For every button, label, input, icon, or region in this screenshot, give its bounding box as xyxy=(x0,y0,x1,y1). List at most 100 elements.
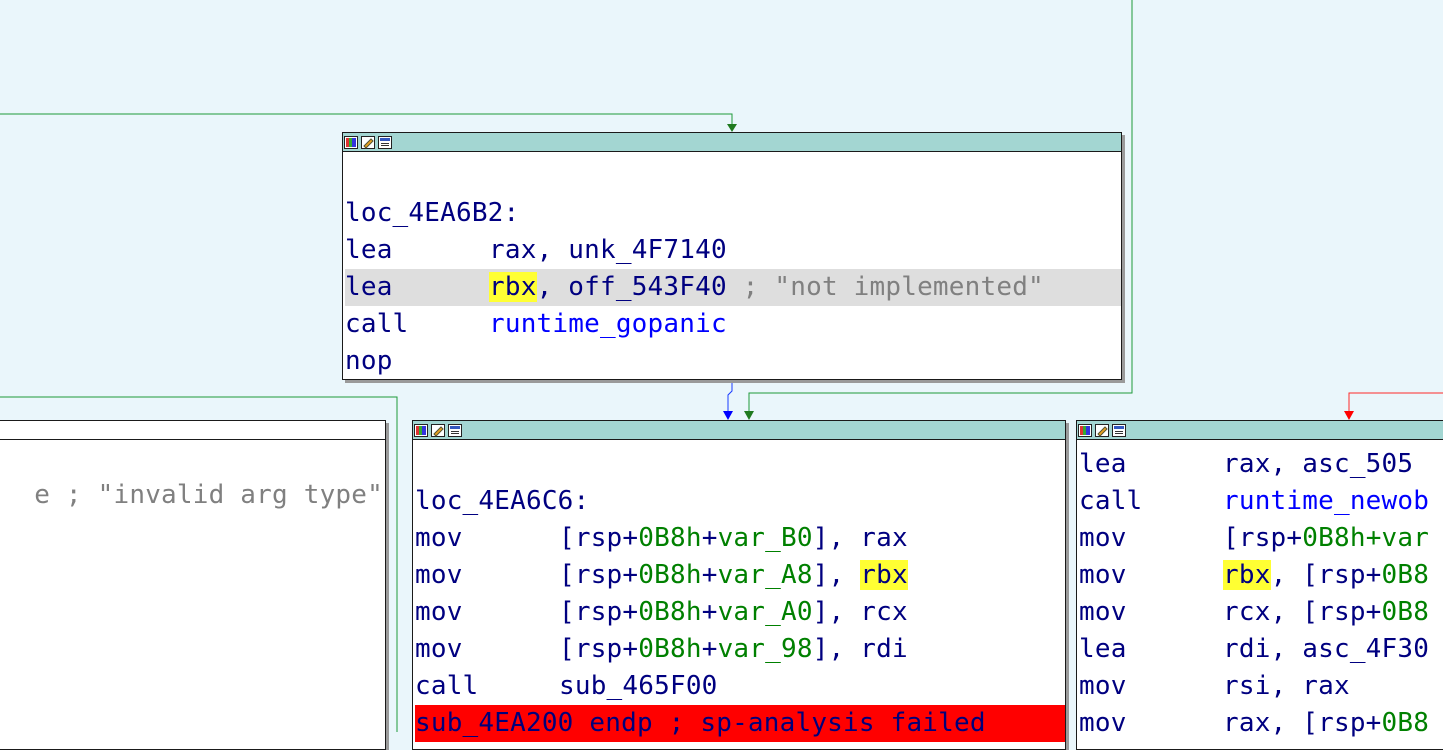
operand-part: + xyxy=(701,597,718,627)
node-titlebar[interactable] xyxy=(0,421,385,440)
operand-part: [rsp+ xyxy=(559,523,639,553)
label-loc-4ea6b2[interactable]: loc_4EA6B2: xyxy=(345,198,519,228)
mnemonic: mov xyxy=(1079,671,1127,701)
edge-arrow-main xyxy=(727,124,737,132)
code-line[interactable]: nop xyxy=(345,343,1121,379)
mnemonic: mov xyxy=(415,560,463,590)
operand-part: + xyxy=(701,560,718,590)
mnemonic: lea xyxy=(345,272,393,302)
operand-part: [rsp+ xyxy=(559,560,639,590)
operand-variable[interactable]: var_98 xyxy=(718,634,813,664)
operand-number[interactable]: 0B8h xyxy=(638,634,701,664)
node-titlebar[interactable] xyxy=(413,421,1065,440)
operand-symbol[interactable]: unk_4F7140 xyxy=(568,235,727,265)
operand-part: + xyxy=(701,523,718,553)
operands[interactable]: rax, asc_505 xyxy=(1223,449,1413,479)
code-line[interactable]: lea rax, unk_4F7140 xyxy=(345,232,1121,269)
edge-green-to-main xyxy=(0,113,733,126)
string-comment: ; "not implemented" xyxy=(726,272,1044,302)
operand-variable[interactable]: var_A0 xyxy=(718,597,813,627)
code-line[interactable]: call runtime_newob xyxy=(1079,483,1443,520)
operand-variable[interactable]: var_B0 xyxy=(718,523,813,553)
operand-register[interactable]: rcx xyxy=(1223,597,1271,627)
group-nodes-icon[interactable] xyxy=(1112,423,1126,437)
mnemonic: mov xyxy=(415,523,463,553)
string-comment: e ; "invalid arg type" xyxy=(34,480,383,510)
code-line[interactable]: mov [rsp+0B8h+var_A0], rcx xyxy=(415,594,1065,631)
graph-node-loc-4ea6b2[interactable]: loc_4EA6B2: lea rax, unk_4F7140 lea rbx, o… xyxy=(342,132,1122,380)
rename-icon[interactable] xyxy=(1095,423,1109,437)
operands[interactable]: rdi, asc_4F30 xyxy=(1223,634,1429,664)
color-palette-icon[interactable] xyxy=(414,423,428,437)
code-line[interactable]: mov [rsp+0B8h+var xyxy=(1079,520,1443,557)
label-loc-4ea6c6[interactable]: loc_4EA6C6: xyxy=(415,486,589,516)
operand-symbol[interactable]: off_543F40 xyxy=(568,272,727,302)
code-line[interactable]: mov [rsp+0B8h+var_98], rdi xyxy=(415,631,1065,668)
code-label[interactable]: loc_4EA6B2: xyxy=(345,195,1121,232)
error-line-sp-analysis[interactable]: sub_4EA200 endp ; sp-analysis failed xyxy=(415,705,1065,742)
operand-part: ], xyxy=(812,560,861,590)
code-line-selected[interactable]: lea rbx, off_543F40 ; "not implemented" xyxy=(345,269,1121,306)
operand-variable[interactable]: var_A8 xyxy=(718,560,813,590)
operand-register[interactable]: rcx xyxy=(860,597,908,627)
operand-variable[interactable]: +var xyxy=(1366,523,1429,553)
group-nodes-icon[interactable] xyxy=(378,135,392,149)
call-target[interactable]: runtime_newob xyxy=(1223,486,1429,516)
code-line[interactable]: mov [rsp+0B8h+var_B0], rax xyxy=(415,520,1065,557)
edge-arrow-green-center xyxy=(744,411,754,420)
graph-node-loc-4ea6c6[interactable]: loc_4EA6C6: mov [rsp+0B8h+var_B0], rax mo… xyxy=(412,420,1066,750)
code-line[interactable]: lea rax, asc_505 xyxy=(1079,446,1443,483)
rename-icon[interactable] xyxy=(431,423,445,437)
mnemonic: call xyxy=(1079,486,1143,516)
code-line[interactable]: mov rbx, [rsp+0B8 xyxy=(1079,557,1443,594)
code-line[interactable]: e ; "invalid arg type" xyxy=(0,477,385,514)
operand-register[interactable]: rax xyxy=(860,523,908,553)
code-line[interactable]: mov rsi, rax xyxy=(1079,668,1443,705)
code-line[interactable]: lea rdi, asc_4F30 xyxy=(1079,631,1443,668)
operand-number[interactable]: 0B8 xyxy=(1382,560,1430,590)
operand-part: ], xyxy=(812,597,861,627)
graph-node-left-partial[interactable]: e ; "invalid arg type" xyxy=(0,420,386,750)
operand-part: + xyxy=(701,634,718,664)
error-text: sub_4EA200 endp ; sp-analysis failed xyxy=(415,708,986,738)
code-line[interactable]: mov [rsp+0B8h+var_A8], rbx xyxy=(415,557,1065,594)
code-line[interactable]: mov rcx, [rsp+0B8 xyxy=(1079,594,1443,631)
node-titlebar[interactable] xyxy=(1077,421,1443,440)
edge-arrow-blue xyxy=(723,411,733,420)
operand-number[interactable]: 0B8h xyxy=(1302,523,1365,553)
color-palette-icon[interactable] xyxy=(344,135,358,149)
operand-number[interactable]: 0B8h xyxy=(638,560,701,590)
operand-part: , [rsp+ xyxy=(1270,560,1382,590)
operand-register[interactable]: rdi xyxy=(860,634,908,664)
call-target[interactable]: sub_465F00 xyxy=(559,671,718,701)
operand-number[interactable]: 0B8 xyxy=(1382,708,1430,738)
code-label[interactable]: loc_4EA6C6: xyxy=(415,483,1065,520)
code-line[interactable]: mov rax, [rsp+0B8 xyxy=(1079,705,1443,742)
code-line[interactable]: call runtime_gopanic xyxy=(345,306,1121,343)
operand-register[interactable]: rax xyxy=(489,235,537,265)
code-line[interactable]: call sub_465F00 xyxy=(415,668,1065,705)
mnemonic: mov xyxy=(415,597,463,627)
operand-register-highlighted[interactable]: rbx xyxy=(489,272,537,302)
operand-part: ], xyxy=(812,523,861,553)
operand-number[interactable]: 0B8 xyxy=(1382,597,1430,627)
call-target[interactable]: runtime_gopanic xyxy=(489,309,727,339)
graph-node-right-partial[interactable]: lea rax, asc_505 call runtime_newob mov [rs… xyxy=(1076,420,1443,750)
operand-register-highlighted[interactable]: rbx xyxy=(1223,560,1271,590)
node-titlebar[interactable] xyxy=(343,133,1121,152)
operand-part: rax, [rsp+ xyxy=(1223,708,1382,738)
operand-number[interactable]: 0B8h xyxy=(638,523,701,553)
color-palette-icon[interactable] xyxy=(1078,423,1092,437)
mnemonic: mov xyxy=(1079,597,1127,627)
operand-part: , [rsp+ xyxy=(1270,597,1382,627)
edge-arrow-red xyxy=(1344,411,1354,420)
operand-register-highlighted[interactable]: rbx xyxy=(860,560,908,590)
operands[interactable]: rsi, rax xyxy=(1223,671,1350,701)
mnemonic: mov xyxy=(1079,523,1127,553)
group-nodes-icon[interactable] xyxy=(448,423,462,437)
operand-number[interactable]: 0B8h xyxy=(638,597,701,627)
rename-icon[interactable] xyxy=(361,135,375,149)
